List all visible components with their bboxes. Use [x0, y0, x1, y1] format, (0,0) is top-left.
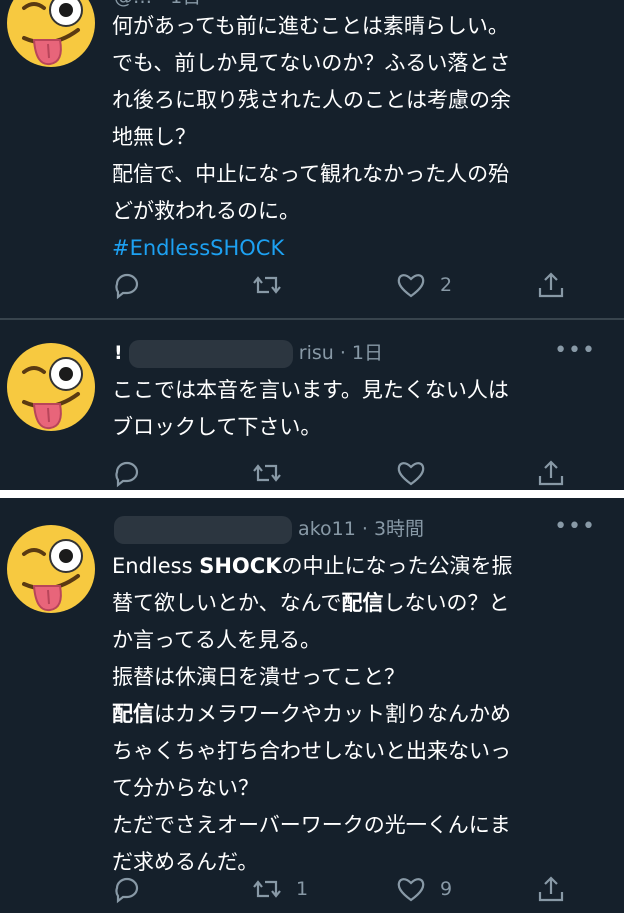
retweet-button[interactable] — [252, 268, 282, 302]
like-count: 2 — [440, 274, 453, 296]
like-icon — [397, 878, 425, 902]
text-fragment: の中止になった公演を振 — [281, 554, 513, 578]
winking-tongue-emoji-icon — [7, 525, 95, 613]
share-icon — [538, 272, 564, 298]
share-icon — [538, 460, 564, 486]
winking-tongue-emoji-icon — [7, 343, 95, 431]
more-icon: ••• — [554, 338, 596, 363]
text-line: ブロックして下さい。 — [112, 415, 322, 439]
bold-keyword: SHOCK — [199, 554, 282, 578]
tweet-text: ここでは本音を言います。見たくない人は ブロックして下さい。 — [112, 372, 612, 446]
reply-icon — [115, 877, 139, 904]
tweet-actions — [112, 456, 582, 490]
share-icon — [538, 876, 564, 902]
more-icon: ••• — [554, 514, 596, 539]
redacted-name — [128, 339, 293, 368]
reply-button[interactable] — [112, 456, 142, 490]
text-line: て分からない？ — [112, 776, 259, 800]
bold-keyword: 配信 — [341, 591, 384, 615]
like-count: 9 — [440, 878, 453, 900]
text-line: ただでさえオーバーワークの光一くんにま — [112, 813, 511, 837]
tweet-1[interactable]: @… · 1日 何があっても前に進むことは素晴らしい。 でも、前しか見てないのか… — [0, 0, 624, 318]
like-icon — [397, 274, 425, 298]
reply-icon — [115, 273, 139, 300]
like-button[interactable]: 9 — [396, 872, 452, 906]
text-line: 配信で、中止になって観れなかった人の殆 — [112, 162, 510, 186]
tweet-text: Endless SHOCKの中止になった公演を振 替て欲しいとか、なんで配信しな… — [112, 548, 612, 881]
text-fragment: Endless — [112, 554, 200, 578]
reply-button[interactable] — [112, 268, 142, 302]
screenshot-bottom-edge — [0, 913, 624, 921]
like-button[interactable] — [396, 456, 426, 490]
text-line: 何があっても前に進むことは素晴らしい。 — [112, 14, 509, 38]
retweet-icon — [253, 464, 281, 482]
tweet-header: ! risu · 1日 — [114, 338, 383, 368]
text-line: 振替は休演日を潰せってこと？ — [112, 665, 405, 689]
text-line: 地無し？ — [112, 125, 196, 149]
tweet-actions: 2 — [112, 268, 582, 302]
screenshot-separator — [0, 490, 624, 498]
reply-icon — [115, 461, 139, 488]
timestamp[interactable]: · 3時間 — [362, 518, 424, 540]
retweet-button[interactable] — [252, 456, 282, 490]
text-line: どが救われるのに。 — [112, 199, 300, 223]
text-line: ちゃくちゃ打ち合わせしないと出来ないっ — [112, 739, 511, 763]
tweet-text: 何があっても前に進むことは素晴らしい。 でも、前しか見てないのか？ふるい落とさ … — [112, 8, 612, 267]
tweet-2[interactable]: ! risu · 1日 ••• ここでは本音を言います。見たくない人は ブロック… — [0, 320, 624, 490]
text-line: れ後ろに取り残された人のことは考慮の余 — [112, 88, 511, 112]
share-button[interactable] — [536, 268, 566, 302]
share-button[interactable] — [536, 456, 566, 490]
tweet-header: ako11 · 3時間 — [114, 514, 424, 544]
tweet-meta: @… · 1日 — [114, 0, 201, 8]
share-button[interactable] — [536, 872, 566, 906]
retweet-icon — [253, 880, 281, 898]
text-line: でも、前しか見てないのか？ふるい落とさ — [112, 51, 511, 75]
handle[interactable]: risu — [299, 342, 334, 364]
text-fragment: はカメラワークやカット割りなんかめ — [154, 702, 511, 726]
avatar[interactable] — [6, 0, 96, 68]
more-options-button[interactable]: ••• — [554, 514, 596, 539]
text-line: か言ってる人を見る。 — [112, 628, 321, 652]
text-fragment: しないの？と — [383, 591, 510, 615]
winking-tongue-emoji-icon — [7, 0, 95, 67]
reply-button[interactable] — [112, 872, 142, 906]
more-options-button[interactable]: ••• — [554, 338, 596, 363]
handle[interactable]: ako11 — [298, 518, 356, 540]
redacted-name — [114, 515, 292, 544]
text-line: ここでは本音を言います。見たくない人は — [112, 378, 509, 402]
tweet-actions: 1 9 — [112, 872, 582, 906]
like-icon — [397, 462, 425, 486]
like-button[interactable]: 2 — [396, 268, 452, 302]
bold-keyword: 配信 — [112, 702, 154, 726]
avatar[interactable] — [6, 342, 96, 432]
timestamp[interactable]: · 1日 — [340, 342, 383, 364]
avatar[interactable] — [6, 524, 96, 614]
tweet-3[interactable]: ako11 · 3時間 ••• Endless SHOCKの中止になった公演を振… — [0, 498, 624, 913]
retweet-count: 1 — [296, 878, 309, 900]
display-name[interactable]: ! — [114, 342, 123, 364]
hashtag-link[interactable]: #EndlessSHOCK — [112, 236, 284, 260]
retweet-icon — [253, 276, 281, 294]
text-fragment: 替て欲しいとか、なんで — [112, 591, 342, 615]
retweet-button[interactable]: 1 — [252, 872, 308, 906]
